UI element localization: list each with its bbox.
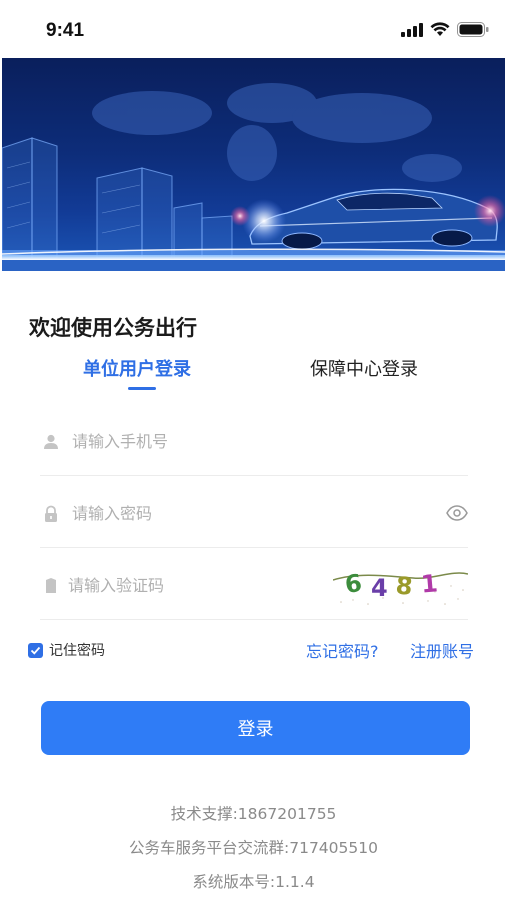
password-field (40, 478, 468, 548)
register-account-link[interactable]: 注册账号 (410, 638, 474, 662)
tab-support-center-login[interactable]: 保障中心登录 (310, 355, 418, 381)
captcha-digit: 4 (371, 574, 388, 602)
captcha-image[interactable]: 6 4 8 1 (333, 562, 468, 608)
welcome-title: 欢迎使用公务出行 (29, 316, 197, 340)
remember-password-toggle[interactable]: 记住密码 (28, 640, 105, 660)
exchange-group-text: 公务车服务平台交流群:717405510 (129, 839, 378, 857)
status-icons (401, 22, 489, 37)
eye-icon[interactable] (446, 503, 468, 523)
hero-banner (2, 58, 505, 271)
captcha-digit: 1 (420, 569, 439, 598)
hero-illustration (2, 83, 505, 271)
signal-icon (401, 22, 423, 37)
tab-unit-user-login[interactable]: 单位用户登录 (83, 355, 191, 381)
battery-icon (457, 22, 489, 37)
remember-password-label: 记住密码 (49, 643, 105, 659)
forgot-password-link[interactable]: 忘记密码? (306, 638, 379, 662)
version-text: 系统版本号:1.1.4 (192, 873, 315, 891)
status-time: 9:41 (46, 20, 85, 41)
login-button[interactable]: 登录 (41, 701, 470, 755)
captcha-field: 6 4 8 1 (40, 550, 468, 620)
lock-icon (45, 505, 57, 522)
captcha-digit: 8 (394, 571, 414, 601)
tech-support-text: 技术支撑:1867201755 (170, 805, 337, 823)
shield-icon (46, 578, 56, 593)
phone-input[interactable] (72, 426, 402, 456)
status-bar: 9:41 (0, 0, 507, 58)
password-input[interactable] (72, 498, 402, 528)
user-icon (44, 434, 58, 449)
phone-field (40, 406, 468, 476)
wifi-icon (430, 22, 450, 36)
checkbox-checked-icon[interactable] (28, 642, 43, 658)
active-tab-indicator (128, 387, 156, 390)
